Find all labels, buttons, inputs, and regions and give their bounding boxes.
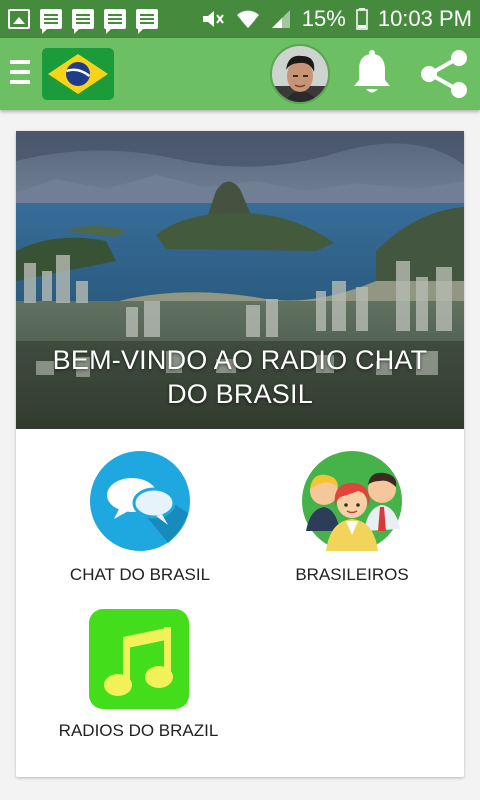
chat-do-brasil-label: CHAT DO BRASIL bbox=[69, 565, 211, 584]
chat-bubbles-icon bbox=[90, 451, 190, 551]
main-card: BEM-VINDO AO RADIO CHAT DO BRASIL CHAT D… bbox=[16, 131, 464, 777]
share-icon[interactable] bbox=[418, 48, 470, 100]
music-note-icon bbox=[88, 609, 189, 709]
radios-do-brazil-button[interactable]: RADIOS DO BRAZIL bbox=[56, 609, 221, 741]
clock: 10:03 PM bbox=[377, 6, 472, 31]
app-bar bbox=[0, 38, 480, 110]
message-notification-icon bbox=[72, 9, 94, 34]
brasileiros-label: BRASILEIROS bbox=[295, 565, 409, 584]
status-bar: 15% 10:03 PM bbox=[0, 0, 480, 38]
brazil-flag-icon[interactable] bbox=[42, 48, 114, 100]
welcome-title: BEM-VINDO AO RADIO CHAT DO BRASIL bbox=[52, 345, 428, 409]
battery-percentage: 15% bbox=[301, 6, 346, 31]
message-notification-icon bbox=[40, 9, 62, 34]
message-notification-icon bbox=[104, 9, 126, 34]
signal-icon bbox=[270, 8, 292, 30]
radios-do-brazil-label: RADIOS DO BRAZIL bbox=[58, 721, 219, 740]
hamburger-icon[interactable] bbox=[10, 60, 32, 88]
avatar[interactable] bbox=[270, 44, 330, 104]
bell-icon[interactable] bbox=[352, 50, 392, 96]
mute-icon bbox=[200, 8, 226, 30]
hero-banner: BEM-VINDO AO RADIO CHAT DO BRASIL bbox=[16, 131, 464, 429]
battery-icon bbox=[356, 8, 368, 30]
image-notification-icon bbox=[8, 9, 30, 29]
brasileiros-button[interactable]: BRASILEIROS bbox=[272, 451, 432, 585]
chat-do-brasil-button[interactable]: CHAT DO BRASIL bbox=[60, 451, 220, 585]
wifi-icon bbox=[236, 8, 260, 30]
message-notification-icon bbox=[136, 9, 158, 34]
people-group-icon bbox=[302, 451, 402, 551]
